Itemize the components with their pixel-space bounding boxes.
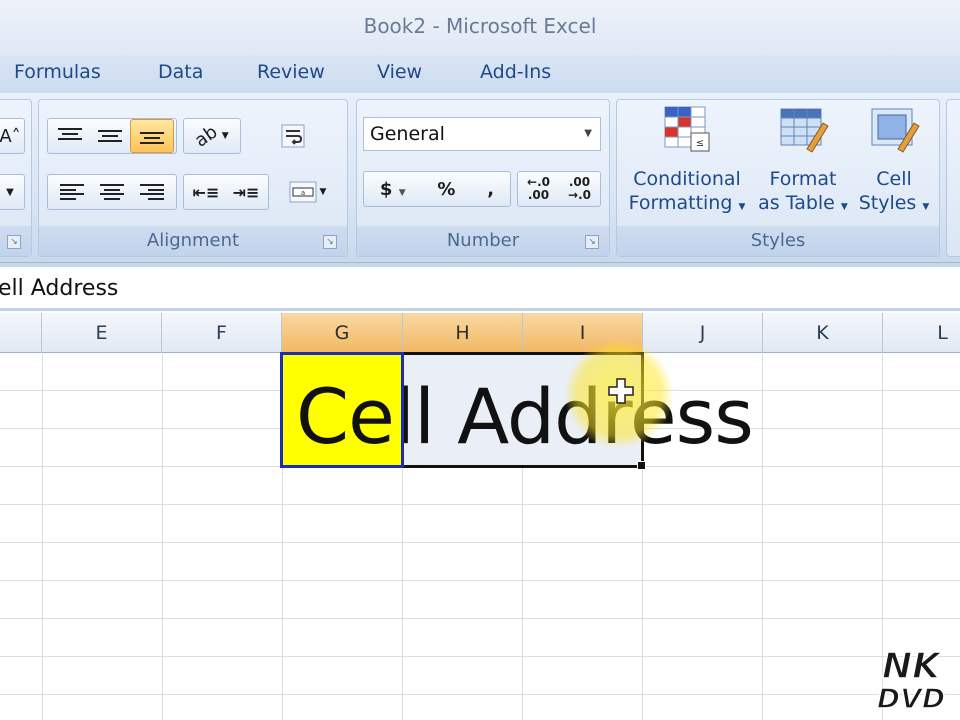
align-left-icon (60, 184, 84, 200)
decrease-indent-icon: ⇤≡ (192, 182, 220, 202)
ribbon-tabs: Formulas Data Review View Add-Ins (0, 55, 960, 93)
align-bottom-icon (140, 128, 164, 144)
cell-styles-button[interactable]: Cell Styles ▼ (856, 103, 932, 219)
chevron-down-icon: ▼ (398, 187, 406, 198)
decrease-decimal-button[interactable]: .00 →.0 (563, 176, 597, 202)
percent-button[interactable]: % (437, 179, 455, 200)
svg-text:≤: ≤ (696, 138, 704, 149)
cell-styles-label-2: Styles (858, 192, 917, 214)
vertical-align-buttons (47, 118, 177, 154)
number-dialog-launcher[interactable]: ↘ (585, 235, 599, 249)
column-header-j[interactable]: J (643, 313, 763, 353)
nk-dvd-logo: NK DVD (876, 645, 946, 712)
format-as-table-button[interactable]: Format as Table ▼ (756, 103, 850, 219)
number-format-buttons: $ ▼ % , (363, 171, 511, 207)
tab-review[interactable]: Review (257, 61, 325, 83)
alignment-dialog-launcher[interactable]: ↘ (323, 235, 337, 249)
orientation-icon: ab (191, 120, 222, 152)
watermark-line1: NK (882, 646, 943, 687)
alignment-group-label: Alignment (39, 226, 347, 256)
font-group-partial: A˄ ▼ ↘ (0, 99, 32, 257)
chevron-down-icon: ▼ (584, 128, 592, 139)
chevron-down-icon: ▼ (922, 202, 930, 212)
title-bar: Book2 - Microsoft Excel (0, 0, 960, 55)
wrap-text-icon (281, 124, 305, 148)
align-right-button[interactable] (132, 175, 172, 209)
chevron-down-icon: ▼ (6, 186, 14, 198)
window-title: Book2 - Microsoft Excel (363, 14, 597, 38)
format-as-table-label-2: as Table (758, 192, 835, 214)
merge-center-button[interactable]: a ▼ (279, 174, 335, 210)
font-color-dropdown[interactable]: ▼ (0, 174, 25, 210)
formula-bar[interactable]: ell Address (0, 263, 960, 311)
chevron-down-icon: ▼ (840, 202, 848, 212)
watermark-line2: DVD (877, 682, 945, 712)
chevron-down-icon: ▼ (221, 131, 229, 141)
increase-indent-button[interactable]: ⇥≡ (226, 175, 266, 209)
font-size-increase-button[interactable]: A˄ (0, 118, 25, 154)
ribbon: A˄ ▼ ↘ ab ▼ ⇤≡ ⇥≡ a ▼ Alignment ↘ Number… (0, 93, 960, 263)
chevron-down-icon: ▼ (738, 202, 746, 212)
format-as-table-label-1: Format (769, 168, 837, 190)
number-group-label: Number (357, 226, 609, 256)
wrap-text-button[interactable] (275, 118, 311, 154)
styles-group-label: Styles (617, 226, 939, 256)
align-left-button[interactable] (52, 175, 92, 209)
column-header-partial[interactable] (0, 313, 42, 353)
currency-icon: $ (379, 178, 393, 200)
active-cell-border (280, 352, 404, 468)
increase-indent-icon: ⇥≡ (232, 182, 260, 202)
alignment-group: ab ▼ ⇤≡ ⇥≡ a ▼ Alignment ↘ (38, 99, 348, 257)
font-dialog-launcher[interactable]: ↘ (7, 235, 21, 249)
decrease-indent-button[interactable]: ⇤≡ (186, 175, 226, 209)
column-header-l[interactable]: L (883, 313, 960, 353)
number-format-value: General (370, 123, 445, 145)
align-right-icon (140, 184, 164, 200)
align-bottom-button[interactable] (130, 119, 174, 153)
cell-select-cursor-icon (608, 378, 634, 404)
conditional-formatting-icon: ≤ (664, 106, 710, 152)
align-middle-button[interactable] (90, 119, 130, 153)
tab-add-ins[interactable]: Add-Ins (480, 61, 551, 83)
align-center-icon (100, 184, 124, 200)
orientation-button[interactable]: ab ▼ (183, 118, 241, 154)
number-format-dropdown[interactable]: General ▼ (363, 117, 601, 151)
align-middle-icon (98, 128, 122, 144)
column-header-k[interactable]: K (763, 313, 883, 353)
align-top-icon (58, 128, 82, 144)
column-headers: E F G H I J K L (0, 313, 960, 353)
cell-styles-label-1: Cell (876, 168, 912, 190)
conditional-formatting-button[interactable]: ≤ Conditional Formatting ▼ (624, 103, 750, 219)
conditional-formatting-label-2: Formatting (628, 192, 733, 214)
fill-handle[interactable] (637, 461, 646, 470)
format-as-table-icon (780, 108, 829, 153)
conditional-formatting-label-1: Conditional (633, 168, 741, 190)
decimal-buttons: ←.0 .00 .00 →.0 (517, 171, 601, 207)
tab-data[interactable]: Data (158, 61, 203, 83)
increase-decimal-button[interactable]: ←.0 .00 (522, 176, 556, 202)
merge-center-icon: a (289, 181, 317, 203)
chevron-down-icon: ▼ (319, 187, 327, 197)
tab-formulas[interactable]: Formulas (14, 61, 101, 83)
indent-buttons: ⇤≡ ⇥≡ (183, 174, 269, 210)
column-header-e[interactable]: E (42, 313, 162, 353)
align-top-button[interactable] (50, 119, 90, 153)
horizontal-align-buttons (47, 174, 177, 210)
currency-button[interactable]: $ ▼ (380, 179, 406, 200)
tab-view[interactable]: View (377, 61, 422, 83)
column-header-h[interactable]: H (403, 313, 523, 353)
column-header-f[interactable]: F (162, 313, 282, 353)
cell-styles-icon (871, 108, 920, 153)
svg-text:a: a (300, 189, 304, 197)
formula-bar-value: ell Address (0, 276, 119, 301)
cells-group-partial (946, 99, 960, 257)
column-header-g[interactable]: G (282, 313, 403, 353)
align-center-button[interactable] (92, 175, 132, 209)
font-grow-icon: A˄ (0, 125, 21, 147)
comma-style-button[interactable]: , (487, 179, 494, 200)
